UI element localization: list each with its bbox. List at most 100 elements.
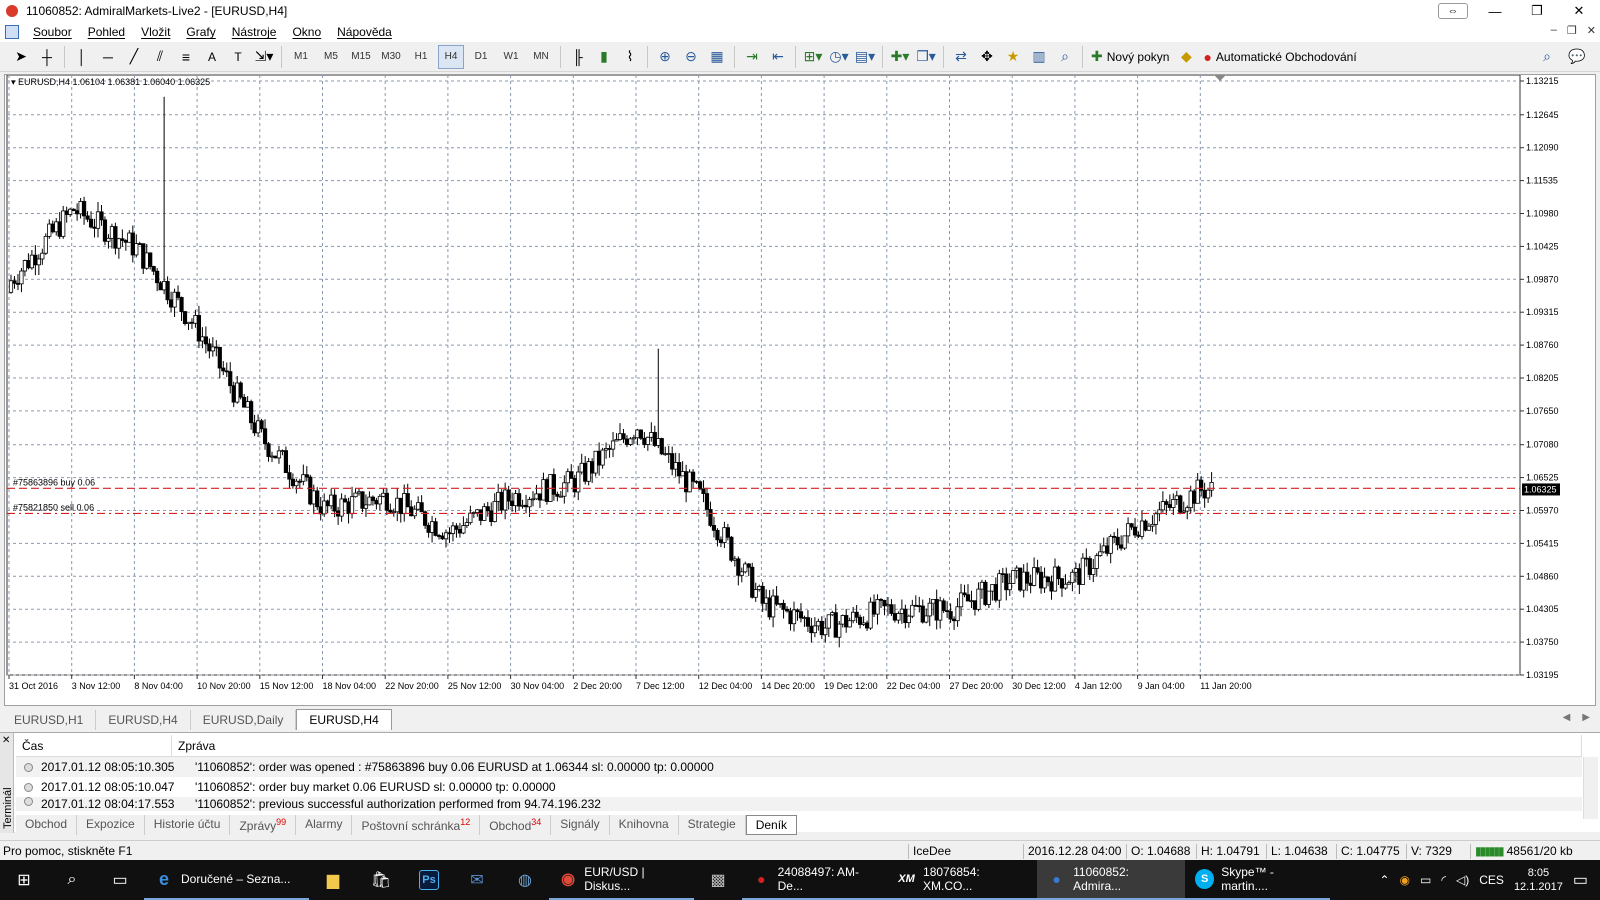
candle-body[interactable] — [1167, 504, 1172, 508]
candle-body[interactable] — [210, 346, 215, 352]
periods-icon[interactable]: ◷▾ — [828, 45, 850, 69]
candle-body[interactable] — [833, 612, 838, 638]
candle-body[interactable] — [819, 620, 824, 636]
candle-body[interactable] — [109, 226, 115, 239]
candle-body[interactable] — [718, 539, 724, 543]
candle-body[interactable] — [78, 201, 83, 215]
candle-body[interactable] — [1122, 535, 1127, 549]
battery-icon[interactable]: ▭ — [1420, 873, 1431, 887]
candle-body[interactable] — [485, 506, 490, 512]
candle-body[interactable] — [214, 346, 219, 349]
thunderbird-icon[interactable]: ✉ — [453, 860, 501, 900]
candle-body[interactable] — [116, 238, 121, 249]
candle-body[interactable] — [506, 489, 511, 502]
log-row[interactable]: 2017.01.12 08:05:10.305 '11060852': orde… — [16, 757, 1582, 777]
candle-body[interactable] — [482, 506, 487, 521]
candle-body[interactable] — [805, 617, 811, 627]
tab-signals[interactable]: Signály — [551, 815, 610, 835]
candle-body[interactable] — [1185, 507, 1190, 512]
log-row[interactable]: 2017.01.12 08:04:17.553 '11060852': prev… — [16, 797, 1582, 811]
candle-body[interactable] — [1132, 526, 1138, 536]
candle-body[interactable] — [304, 474, 309, 478]
candle-body[interactable] — [1171, 499, 1176, 508]
candle-body[interactable] — [33, 254, 38, 266]
candle-body[interactable] — [659, 438, 664, 455]
candle-body[interactable] — [569, 471, 574, 479]
taskbar-app-edge[interactable]: e Doručené – Sezna... — [144, 860, 309, 900]
templates-icon[interactable]: ▤▾ — [854, 45, 876, 69]
candle-body[interactable] — [993, 584, 998, 601]
candle-body[interactable] — [663, 453, 668, 456]
candle-body[interactable] — [148, 252, 153, 267]
chart-tab-eurusd-h4-active[interactable]: EURUSD,H4 — [296, 709, 392, 730]
candle-body[interactable] — [75, 210, 80, 215]
candle-body[interactable] — [537, 493, 543, 501]
candle-body[interactable] — [342, 498, 348, 503]
close-icon[interactable]: ✕ — [2, 735, 10, 746]
candle-body[interactable] — [802, 617, 807, 620]
candle-body[interactable] — [840, 615, 845, 625]
candle-body[interactable] — [1108, 535, 1113, 554]
candle-body[interactable] — [1112, 535, 1117, 538]
terminal-icon[interactable]: ▥ — [1028, 45, 1050, 69]
resize-icon[interactable]: ⇔ — [1438, 3, 1468, 19]
candle-body[interactable] — [743, 563, 748, 573]
candle-body[interactable] — [113, 226, 118, 249]
candle-body[interactable] — [120, 238, 125, 241]
candle-body[interactable] — [489, 510, 494, 523]
candle-body[interactable] — [899, 608, 904, 614]
candle-body[interactable] — [266, 443, 271, 457]
candle-body[interactable] — [809, 625, 814, 634]
candle-body[interactable] — [593, 450, 598, 474]
text-icon[interactable]: A — [201, 45, 223, 69]
candle-body[interactable] — [165, 281, 170, 301]
candle-body[interactable] — [137, 243, 142, 246]
candle-body[interactable] — [631, 437, 637, 440]
profiles-icon[interactable]: ❐▾ — [915, 45, 937, 69]
chart-tab-eurusd-h1[interactable]: EURUSD,H1 — [2, 710, 97, 730]
candle-body[interactable] — [701, 488, 706, 494]
candle-body[interactable] — [207, 343, 212, 352]
menu-file[interactable]: Soubor — [25, 25, 80, 39]
candle-body[interactable] — [1195, 479, 1200, 504]
candle-body[interactable] — [15, 282, 21, 285]
candle-body[interactable] — [603, 448, 609, 451]
candle-body[interactable] — [127, 232, 132, 243]
candle-body[interactable] — [673, 462, 678, 470]
candle-body[interactable] — [144, 252, 149, 269]
menu-charts[interactable]: Grafy — [178, 25, 223, 39]
mdi-close-button[interactable]: ✕ — [1587, 24, 1596, 37]
candle-body[interactable] — [885, 604, 891, 607]
candle-body[interactable] — [443, 532, 449, 540]
candle-body[interactable] — [255, 420, 261, 434]
candle-body[interactable] — [906, 615, 911, 624]
candle-body[interactable] — [332, 494, 337, 512]
candle-body[interactable] — [1035, 567, 1040, 573]
chevron-up-icon[interactable]: ⌃ — [1379, 873, 1389, 887]
candle-body[interactable] — [64, 210, 69, 215]
zoom-in-icon[interactable]: ⊕ — [654, 45, 676, 69]
candle-body[interactable] — [329, 494, 334, 507]
candle-body[interactable] — [1056, 566, 1061, 580]
candle-body[interactable] — [155, 270, 160, 284]
candle-body[interactable] — [61, 210, 66, 237]
tab-account-history[interactable]: Historie účtu — [145, 815, 231, 835]
candle-body[interactable] — [492, 500, 497, 523]
candle-body[interactable] — [134, 243, 139, 256]
timeframe-m15[interactable]: M15 — [348, 45, 374, 69]
candle-body[interactable] — [1192, 490, 1197, 504]
candle-body[interactable] — [979, 581, 985, 590]
candle-body[interactable] — [969, 600, 974, 603]
candle-body[interactable] — [367, 496, 372, 506]
candle-body[interactable] — [847, 620, 852, 628]
candle-body[interactable] — [1070, 571, 1075, 584]
candle-body[interactable] — [440, 535, 445, 540]
candle-body[interactable] — [1115, 536, 1120, 546]
candle-body[interactable] — [419, 502, 424, 513]
candle-body[interactable] — [645, 436, 650, 445]
candle-body[interactable] — [523, 504, 529, 508]
candle-body[interactable] — [447, 532, 452, 535]
candle-body[interactable] — [374, 500, 379, 505]
candle-body[interactable] — [764, 597, 769, 604]
candle-body[interactable] — [913, 604, 918, 607]
